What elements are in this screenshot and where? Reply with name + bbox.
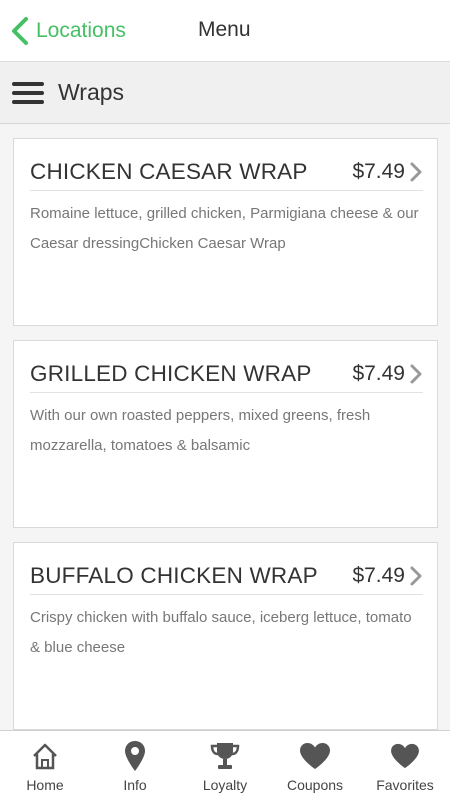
menu-item-header: BUFFALO CHICKEN WRAP $7.49: [30, 557, 423, 595]
menu-item-card[interactable]: CHICKEN CAESAR WRAP $7.49 Romaine lettuc…: [13, 138, 438, 326]
menu-item-description: With our own roasted peppers, mixed gree…: [30, 407, 371, 454]
tab-label: Loyalty: [202, 777, 248, 793]
home-icon: [0, 739, 90, 773]
page-title: Menu: [198, 18, 251, 41]
tab-label: Coupons: [286, 777, 344, 793]
chevron-right-icon: [409, 566, 423, 586]
menu-item-name: BUFFALO CHICKEN WRAP: [30, 562, 318, 588]
menu-item-price: $7.49: [352, 159, 405, 183]
tab-label: Favorites: [376, 777, 434, 793]
heart-icon: [270, 739, 360, 773]
menu-item-name: GRILLED CHICKEN WRAP: [30, 360, 312, 386]
tab-info[interactable]: Info: [90, 731, 180, 800]
tab-home[interactable]: Home: [0, 731, 90, 800]
bottom-tab-bar: Home Info Loyalty Coupons Favorites: [0, 730, 450, 800]
category-title: Wraps: [58, 79, 125, 105]
back-label: Locations: [36, 19, 126, 42]
category-bar: Wraps: [0, 62, 450, 124]
trophy-icon: [180, 739, 270, 773]
menu-item-header: CHICKEN CAESAR WRAP $7.49: [30, 153, 423, 191]
menu-item-list[interactable]: CHICKEN CAESAR WRAP $7.49 Romaine lettuc…: [0, 124, 450, 730]
menu-item-price: $7.49: [352, 361, 405, 385]
tab-label: Home: [26, 777, 64, 793]
tab-label: Info: [123, 777, 147, 793]
menu-item-price: $7.49: [352, 563, 405, 587]
menu-item-description: Romaine lettuce, grilled chicken, Parmig…: [30, 205, 419, 252]
chevron-right-icon: [409, 162, 423, 182]
menu-item-description: Crispy chicken with buffalo sauce, icebe…: [30, 609, 412, 656]
menu-item-card[interactable]: GRILLED CHICKEN WRAP $7.49 With our own …: [13, 340, 438, 528]
back-to-locations-button[interactable]: Locations: [10, 14, 126, 48]
menu-item-name: CHICKEN CAESAR WRAP: [30, 158, 308, 184]
heart-icon: [360, 739, 450, 773]
location-pin-icon: [90, 739, 180, 773]
tab-loyalty[interactable]: Loyalty: [180, 731, 270, 800]
chevron-right-icon: [409, 364, 423, 384]
tab-favorites[interactable]: Favorites: [360, 731, 450, 800]
menu-item-card[interactable]: BUFFALO CHICKEN WRAP $7.49 Crispy chicke…: [13, 542, 438, 730]
chevron-left-icon: [10, 16, 30, 46]
tab-coupons[interactable]: Coupons: [270, 731, 360, 800]
top-bar: Locations Menu: [0, 0, 450, 62]
menu-item-header: GRILLED CHICKEN WRAP $7.49: [30, 355, 423, 393]
hamburger-menu-icon[interactable]: [12, 81, 44, 104]
